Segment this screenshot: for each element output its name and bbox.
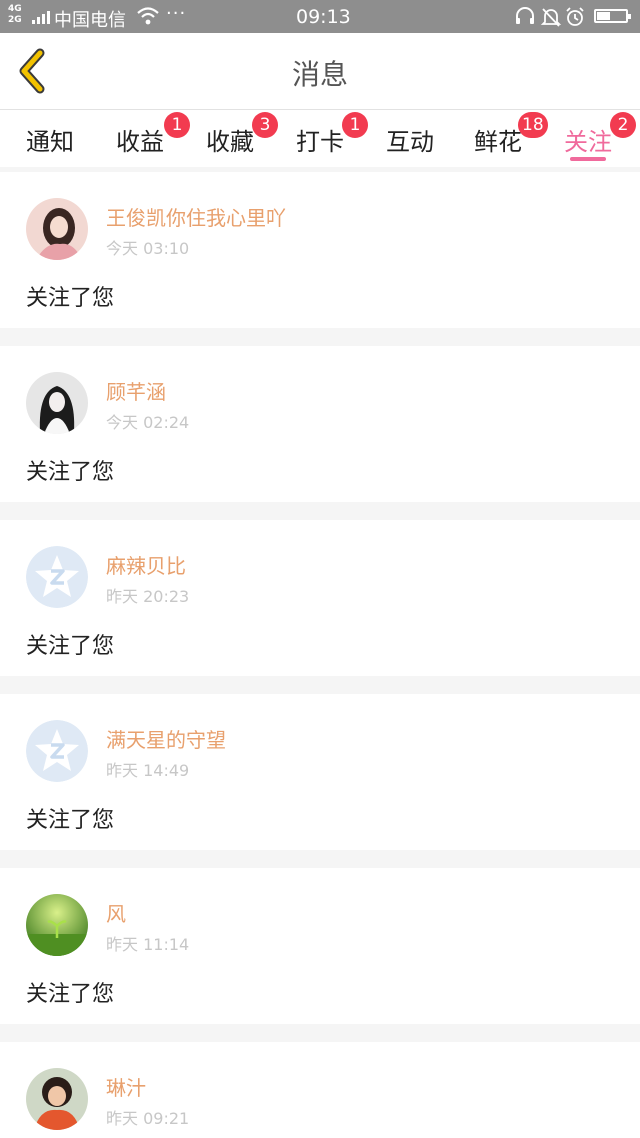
user-name[interactable]: 顾芊涵 (106, 376, 166, 405)
network-4g: 4G (8, 4, 22, 14)
list-item[interactable]: 王俊凯你住我心里吖 今天 03:10 关注了您 (0, 172, 640, 328)
network-type: 4G 2G (8, 4, 22, 26)
mute-bell-icon (540, 6, 562, 32)
timestamp: 昨天 14:49 (106, 761, 190, 780)
wifi-icon (136, 6, 160, 30)
user-name[interactable]: 满天星的守望 (106, 724, 226, 753)
list-item[interactable]: 麻辣贝比 昨天 20:23 关注了您 (0, 520, 640, 676)
carrier-name: 中国电信 (54, 10, 126, 31)
follow-message: 关注了您 (26, 634, 115, 659)
follow-message: 关注了您 (26, 982, 115, 1007)
follow-message: 关注了您 (26, 286, 115, 311)
tab-flowers[interactable]: 鲜花 18 (474, 112, 548, 157)
list-item[interactable]: 风 昨天 11:14 关注了您 (0, 868, 640, 1024)
alarm-icon (564, 6, 586, 32)
tab-label: 通知 (26, 128, 74, 156)
more-dots: ··· (166, 3, 187, 24)
tab-label: 关注 (564, 128, 612, 156)
timestamp: 昨天 11:14 (106, 935, 190, 954)
list-item[interactable]: 满天星的守望 昨天 14:49 关注了您 (0, 694, 640, 850)
unread-badge: 18 (518, 112, 548, 138)
tab-label: 收益 (116, 128, 164, 156)
list-item[interactable]: 琳汁 昨天 09:21 (0, 1042, 640, 1138)
unread-badge: 3 (252, 112, 278, 138)
avatar[interactable] (26, 198, 88, 260)
list-item[interactable]: 顾芊涵 今天 02:24 关注了您 (0, 346, 640, 502)
unread-badge: 2 (610, 112, 636, 138)
default-avatar[interactable] (26, 720, 88, 782)
status-bar: 4G 2G 中国电信 ··· 09:13 (0, 0, 640, 33)
unread-badge: 1 (164, 112, 190, 138)
avatar[interactable] (26, 1068, 88, 1130)
avatar[interactable] (26, 372, 88, 434)
headset-icon (514, 6, 536, 32)
tab-interaction[interactable]: 互动 (386, 122, 434, 157)
tab-label: 打卡 (296, 128, 344, 156)
follow-message: 关注了您 (26, 460, 115, 485)
timestamp: 今天 02:24 (106, 413, 190, 432)
user-name[interactable]: 王俊凯你住我心里吖 (106, 202, 286, 231)
tab-label: 收藏 (206, 128, 254, 156)
user-name[interactable]: 风 (106, 898, 126, 927)
header-bar: 消息 (0, 33, 640, 110)
user-name[interactable]: 麻辣贝比 (106, 550, 186, 579)
battery-fill (597, 12, 610, 20)
signal-icon (32, 8, 50, 24)
timestamp: 昨天 09:21 (106, 1109, 190, 1128)
tab-checkin[interactable]: 打卡 1 (296, 112, 368, 157)
avatar[interactable] (26, 894, 88, 956)
star-icon (26, 720, 88, 782)
battery-icon (594, 9, 631, 23)
unread-badge: 1 (342, 112, 368, 138)
active-tab-indicator (570, 157, 606, 161)
tab-label: 互动 (386, 128, 434, 156)
follow-message: 关注了您 (26, 808, 115, 833)
tab-label: 鲜花 (474, 128, 522, 156)
default-avatar[interactable] (26, 546, 88, 608)
timestamp: 昨天 20:23 (106, 587, 190, 606)
user-name[interactable]: 琳汁 (106, 1072, 146, 1101)
page-title: 消息 (291, 58, 348, 91)
tab-earnings[interactable]: 收益 1 (116, 112, 190, 157)
tab-notifications[interactable]: 通知 (26, 122, 74, 157)
timestamp: 今天 03:10 (106, 239, 190, 258)
network-2g: 2G (8, 15, 22, 25)
tab-follow[interactable]: 关注 2 (564, 112, 636, 157)
tab-favorites[interactable]: 收藏 3 (206, 112, 278, 157)
clock: 09:13 (296, 6, 351, 28)
tab-bar: 通知 收益 1 收藏 3 打卡 1 互动 鲜花 18 关注 2 (0, 110, 640, 167)
star-icon (26, 546, 88, 608)
